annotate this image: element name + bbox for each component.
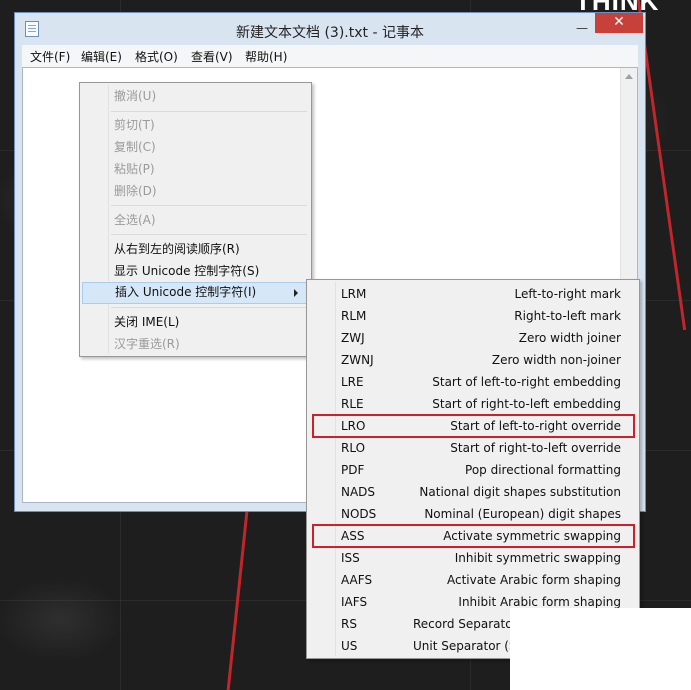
submenu-code: AAFS — [341, 573, 373, 587]
submenu-desc: Inhibit symmetric swapping — [454, 551, 621, 565]
menu-bar: 文件(F) 编辑(E) 格式(O) 查看(V) 帮助(H) — [22, 45, 638, 67]
submenu-item-rlo[interactable]: RLO Start of right-to-left override — [309, 437, 637, 459]
menu-edit[interactable]: 编辑(E) — [81, 48, 122, 65]
submenu-code: RLO — [341, 441, 366, 455]
ctx-copy[interactable]: 复制(C) — [82, 137, 309, 158]
submenu-code: IAFS — [341, 595, 368, 609]
submenu-item-pdf[interactable]: PDF Pop directional formatting — [309, 459, 637, 481]
submenu-item-lre[interactable]: LRE Start of left-to-right embedding — [309, 371, 637, 393]
submenu-code: RLE — [341, 397, 364, 411]
submenu-code: LRM — [341, 287, 367, 301]
submenu-desc: Nominal (European) digit shapes — [424, 507, 621, 521]
submenu-code: RLM — [341, 309, 367, 323]
close-button[interactable]: ✕ — [595, 13, 643, 33]
white-overlay — [510, 608, 691, 690]
submenu-desc: Pop directional formatting — [465, 463, 621, 477]
submenu-code: ZWJ — [341, 331, 365, 345]
ctx-show-unicode-control[interactable]: 显示 Unicode 控制字符(S) — [82, 261, 309, 282]
submenu-desc: Zero width non-joiner — [491, 353, 621, 367]
submenu-desc: Zero width joiner — [518, 331, 621, 345]
submenu-desc: Right-to-left mark — [514, 309, 621, 323]
ctx-insert-unicode-control[interactable]: 插入 Unicode 控制字符(I) — [82, 282, 309, 304]
submenu-desc: Start of left-to-right embedding — [432, 375, 621, 389]
submenu-item-rle[interactable]: RLE Start of right-to-left embedding — [309, 393, 637, 415]
submenu-code: NODS — [341, 507, 377, 521]
submenu-arrow-icon — [294, 289, 298, 297]
submenu-item-nads[interactable]: NADS National digit shapes substitution — [309, 481, 637, 503]
ctx-close-ime[interactable]: 关闭 IME(L) — [82, 312, 309, 333]
submenu-item-iss[interactable]: ISS Inhibit symmetric swapping — [309, 547, 637, 569]
submenu-code: RS — [341, 617, 357, 631]
submenu-desc: Activate Arabic form shaping — [446, 573, 621, 587]
submenu-item-aafs[interactable]: AAFS Activate Arabic form shaping — [309, 569, 637, 591]
ctx-select-all[interactable]: 全选(A) — [82, 210, 309, 231]
submenu-code: ZWNJ — [341, 353, 374, 367]
submenu-desc: Start of right-to-left embedding — [432, 397, 621, 411]
menu-file[interactable]: 文件(F) — [30, 48, 70, 65]
submenu-desc: Start of right-to-left override — [450, 441, 621, 455]
submenu-desc: Record Separato — [413, 617, 513, 631]
submenu-item-rlm[interactable]: RLM Right-to-left mark — [309, 305, 637, 327]
submenu-code: LRE — [341, 375, 364, 389]
submenu-code: PDF — [341, 463, 365, 477]
menu-separator — [111, 307, 307, 308]
submenu-code: US — [341, 639, 358, 653]
ctx-insert-unicode-control-label: 插入 Unicode 控制字符(I) — [115, 285, 257, 299]
menu-separator — [111, 111, 307, 112]
menu-view[interactable]: 查看(V) — [191, 48, 233, 65]
submenu-desc: National digit shapes substitution — [419, 485, 621, 499]
highlight-box-lro — [312, 414, 635, 438]
title-bar[interactable]: 新建文本文档 (3).txt - 记事本 — ☐ ✕ — [15, 13, 645, 45]
menu-separator — [111, 205, 307, 206]
submenu-item-nods[interactable]: NODS Nominal (European) digit shapes — [309, 503, 637, 525]
submenu-code: ISS — [341, 551, 360, 565]
submenu-desc: Left-to-right mark — [514, 287, 621, 301]
submenu-code: NADS — [341, 485, 376, 499]
minimize-button[interactable]: — — [571, 19, 593, 39]
submenu-item-lrm[interactable]: LRM Left-to-right mark — [309, 283, 637, 305]
unicode-control-submenu: LRM Left-to-right mark RLM Right-to-left… — [306, 279, 640, 659]
menu-format[interactable]: 格式(O) — [135, 48, 178, 65]
submenu-item-zwnj[interactable]: ZWNJ Zero width non-joiner — [309, 349, 637, 371]
menu-separator — [111, 234, 307, 235]
window-title: 新建文本文档 (3).txt - 记事本 — [236, 25, 424, 41]
highlight-box-ass — [312, 524, 635, 548]
ctx-undo[interactable]: 撤消(U) — [82, 86, 309, 107]
ctx-cut[interactable]: 剪切(T) — [82, 115, 309, 136]
ctx-rtl-reading-order[interactable]: 从右到左的阅读顺序(R) — [82, 239, 309, 260]
submenu-item-zwj[interactable]: ZWJ Zero width joiner — [309, 327, 637, 349]
submenu-desc: Unit Separator (S — [413, 639, 517, 653]
ctx-delete[interactable]: 删除(D) — [82, 181, 309, 202]
scroll-up-arrow-icon[interactable] — [625, 74, 633, 79]
decorative-red-line — [226, 512, 249, 690]
menu-help[interactable]: 帮助(H) — [245, 48, 287, 65]
ctx-reconversion[interactable]: 汉字重选(R) — [82, 334, 309, 355]
ctx-paste[interactable]: 粘贴(P) — [82, 159, 309, 180]
submenu-desc: Inhibit Arabic form shaping — [458, 595, 621, 609]
context-menu: 撤消(U) 剪切(T) 复制(C) 粘贴(P) 删除(D) 全选(A) 从右到左… — [79, 82, 312, 357]
